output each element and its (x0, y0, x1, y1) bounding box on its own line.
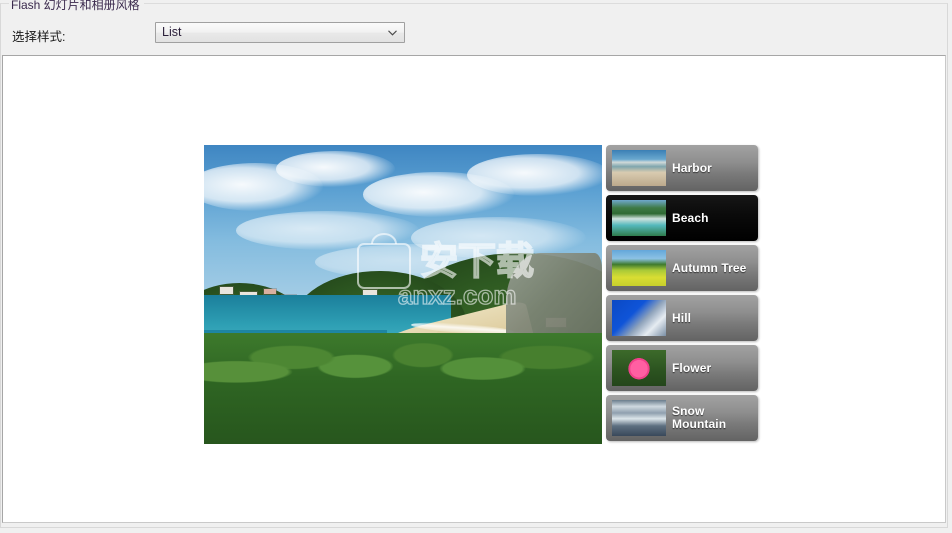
thumbnail-item-snow-mountain[interactable]: Snow Mountain (606, 395, 758, 441)
flash-preview-stage: 安下载 anxz.com Harbor Beach Autumn Tree Hill F… (204, 145, 760, 444)
thumbnail-label: Snow Mountain (672, 395, 754, 441)
style-select-value: List (162, 25, 182, 39)
thumbnail-list: Harbor Beach Autumn Tree Hill Flower Snow Mou… (606, 145, 760, 444)
thumbnail-item-harbor[interactable]: Harbor (606, 145, 758, 191)
thumbnail-label-text: Hill (672, 310, 692, 325)
style-select-dropdown[interactable]: List (155, 22, 405, 43)
thumbnail-item-flower[interactable]: Flower (606, 345, 758, 391)
thumbnail-image (612, 350, 666, 386)
cloud (466, 153, 602, 196)
building (219, 287, 233, 294)
thumbnail-label: Flower (672, 345, 754, 391)
preview-content-panel: 安下载 anxz.com Harbor Beach Autumn Tree Hill F… (2, 55, 946, 523)
thumbnail-item-hill[interactable]: Hill (606, 295, 758, 341)
thumbnail-label: Hill (672, 295, 754, 341)
thumbnail-item-autumn-tree[interactable]: Autumn Tree (606, 245, 758, 291)
thumbnail-item-beach[interactable]: Beach (606, 195, 758, 241)
thumbnail-label-text: Snow Mountain (672, 404, 727, 431)
groupbox-title: Flash 幻灯片和相册风格 (9, 0, 144, 12)
thumbnail-label: Harbor (672, 145, 754, 191)
foreground-foliage (204, 333, 602, 444)
thumbnail-label-text: Autumn Tree (672, 260, 747, 275)
chevron-down-icon (388, 30, 397, 36)
style-select-label: 选择样式: (12, 30, 66, 44)
thumbnail-label-text: Beach (672, 210, 709, 225)
thumbnail-image (612, 250, 666, 286)
thumbnail-image (612, 300, 666, 336)
thumbnail-label-text: Harbor (672, 160, 712, 175)
thumbnail-image (612, 200, 666, 236)
thumbnail-image (612, 400, 666, 436)
thumbnail-label-text: Flower (672, 360, 712, 375)
thumbnail-label: Beach (672, 195, 754, 241)
style-select-row: 选择样式: List (0, 22, 952, 48)
main-preview-image[interactable]: 安下载 anxz.com (204, 145, 602, 444)
thumbnail-image (612, 150, 666, 186)
thumbnail-label: Autumn Tree (672, 245, 754, 291)
